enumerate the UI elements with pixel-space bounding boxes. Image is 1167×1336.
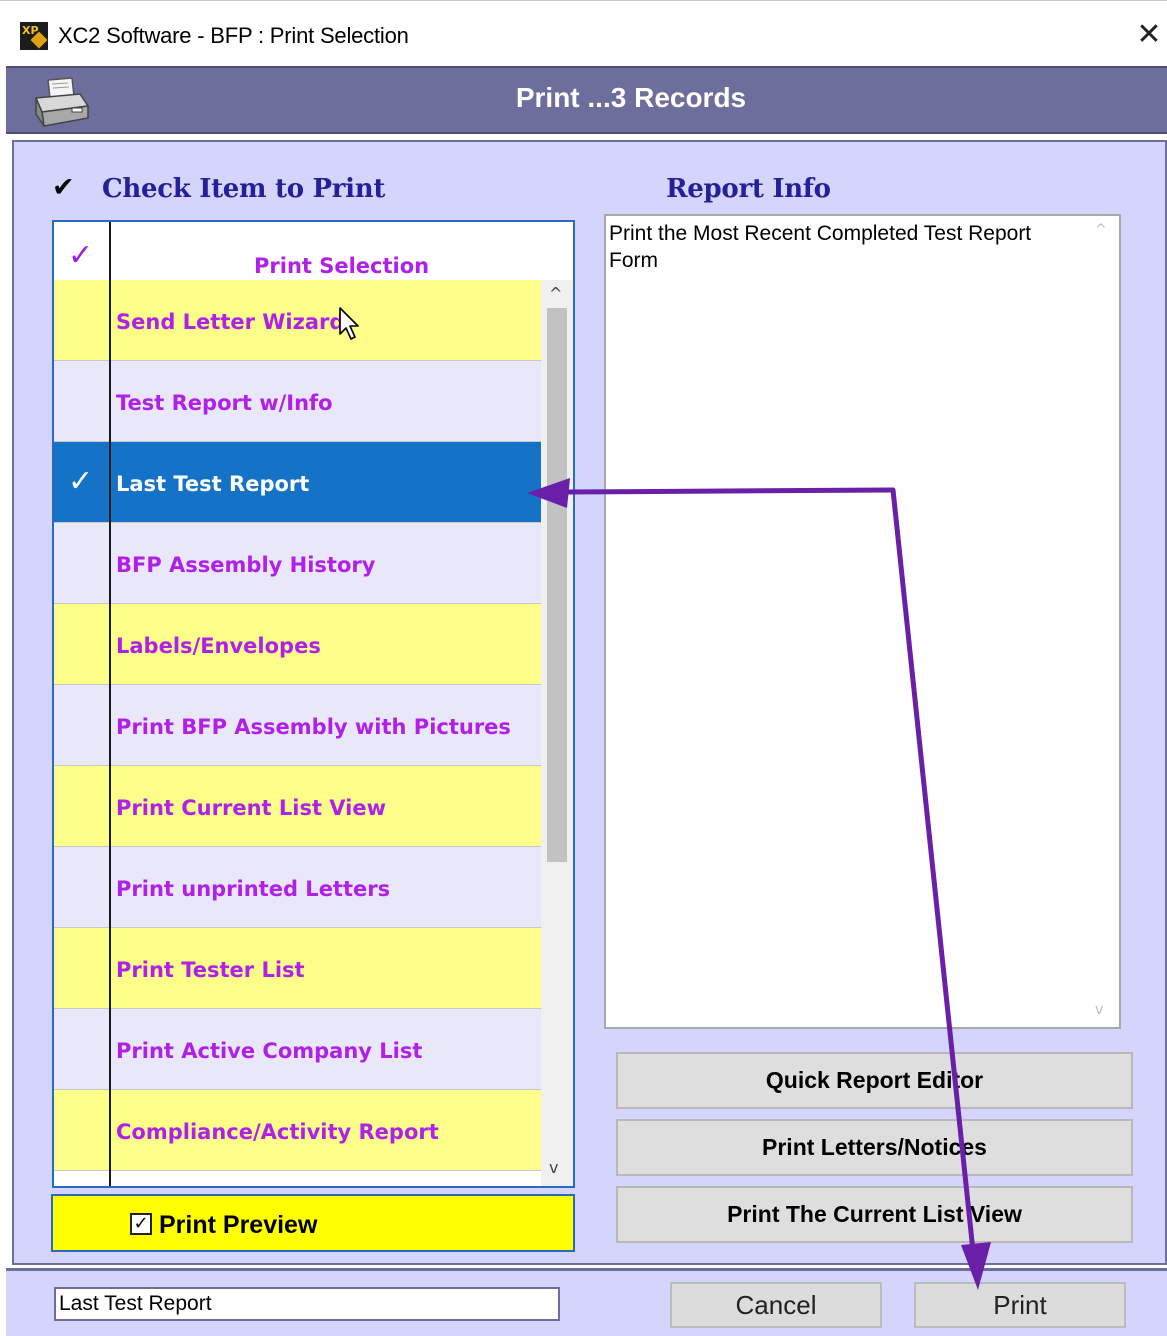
list-item-label: Last Test Report [116,472,310,496]
scroll-up-icon[interactable]: ^ [1095,222,1107,238]
list-item-label: Print Current List View [116,796,387,820]
list-item-selected[interactable]: ✓ Last Test Report [54,442,541,523]
list-item-label: Send Letter Wizard [116,310,345,334]
scroll-up-icon[interactable]: ^ [549,284,562,303]
cancel-button[interactable]: Cancel [670,1282,882,1328]
column-divider [109,222,111,1186]
list-item[interactable]: Print Tester List [54,928,541,1009]
mouse-cursor-icon [339,307,359,340]
list-item[interactable]: Labels/Envelopes [54,604,541,685]
list-item-label: Labels/Envelopes [116,634,321,658]
print-letters-notices-button[interactable]: Print Letters/Notices [616,1119,1133,1176]
check-items-heading: Check Item to Print [102,174,386,204]
print-preview-checkbox[interactable]: ✓ [130,1213,152,1235]
list-item[interactable]: Print unprinted Letters [54,847,541,928]
checkmark-icon: ✔ [52,172,75,203]
print-current-list-view-button[interactable]: Print The Current List View [616,1186,1133,1243]
column-header-label: Print Selection [254,254,430,278]
scroll-down-icon[interactable]: v [1095,1002,1103,1018]
list-item[interactable]: Compliance/Activity Report [54,1090,541,1171]
print-selection-list[interactable]: ✓ Print Selection Send Letter Wizard Tes… [52,220,575,1188]
list-item[interactable]: Print Current List View [54,766,541,847]
item-check-icon[interactable]: ✓ [68,464,93,499]
report-info-textbox[interactable]: Print the Most Recent Completed Test Rep… [604,214,1121,1029]
header-band: Print ...3 Records [6,66,1167,134]
list-item[interactable]: Print BFP Assembly with Pictures [54,685,541,766]
print-preview-label: Print Preview [159,1211,318,1239]
print-preview-option[interactable]: ✓ Print Preview [51,1194,575,1252]
list-item[interactable]: Test Report w/Info [54,361,541,442]
list-item[interactable]: BFP Assembly History [54,523,541,604]
list-item-label: Print Tester List [116,958,305,982]
list-item-label: Print unprinted Letters [116,877,391,901]
report-info-heading: Report Info [666,174,831,204]
list-scrollbar[interactable]: ^ v [541,280,573,1186]
list-header: ✓ Print Selection [54,222,573,280]
xc2-app-icon: XP [20,22,48,50]
list-item-label: BFP Assembly History [116,553,376,577]
list-item-label: Test Report w/Info [116,391,333,415]
header-title: Print ...3 Records [515,82,747,113]
scroll-thumb[interactable] [547,308,567,862]
scroll-down-icon[interactable]: v [549,1158,558,1177]
print-button[interactable]: Print [914,1282,1126,1328]
list-item[interactable]: Print Active Company List [54,1009,541,1090]
list-item[interactable]: Send Letter Wizard [54,280,541,361]
list-item-label: Print BFP Assembly with Pictures [116,715,511,739]
header-check-icon: ✓ [68,238,94,273]
list-item-label: Compliance/Activity Report [116,1120,439,1144]
list-item-label: Print Active Company List [116,1039,423,1063]
report-info-text: Print the Most Recent Completed Test Rep… [609,222,1032,272]
close-icon[interactable]: ✕ [1132,17,1166,53]
selected-report-field[interactable]: Last Test Report [54,1287,560,1321]
window-titlebar: XP XC2 Software - BFP : Print Selection … [0,0,1167,66]
quick-report-editor-button[interactable]: Quick Report Editor [616,1052,1133,1109]
window-title: XC2 Software - BFP : Print Selection [58,23,409,48]
